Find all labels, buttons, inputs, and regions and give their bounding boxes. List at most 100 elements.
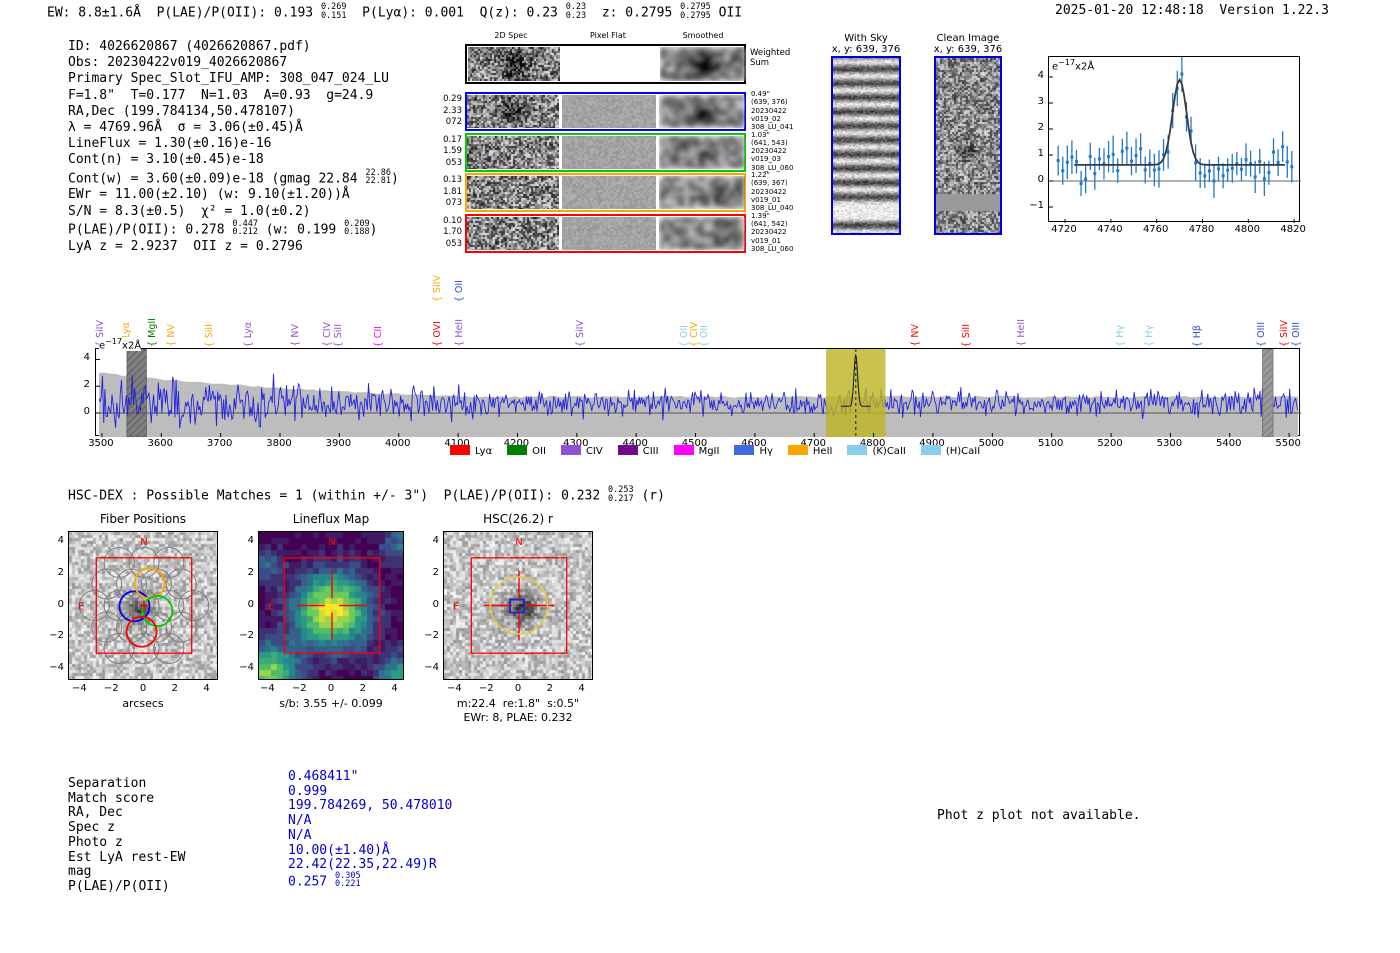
text-segment: λ = 4769.96Å σ = 3.06(±0.45)Å [68,120,303,136]
clean-spectrum-image [936,58,1000,233]
cutout-overlay: NE [268,537,381,654]
line-label-text: { NV [909,324,921,347]
xtick-label: 5100 [1037,438,1064,449]
stacked-fraction: 0.23 0.23 [566,3,586,20]
text-segment: z: 0.2795 [586,5,681,21]
text-segment: F=1.8" T=0.177 N=1.03 A=0.93 g=24.9 [68,87,374,103]
cutout-ytick: −2 [424,630,439,642]
line-label: { OIII [1289,255,1303,347]
summary-header: EW: 8.8±1.6Å P(LAE)/P(OII): 0.193 0.269 0… [47,3,742,22]
weighted-sum-row [465,44,746,84]
legend-item: HeII [787,445,832,457]
weighted-label-line: Sum [750,57,770,68]
cutout-xtick: 4 [391,683,398,694]
row-right-labels: 1.03" (641, 543) 20230422 v019_03 308_LU_060 [751,131,793,172]
row-right-label-line: v019_01 [751,236,781,245]
legend-swatch [450,445,470,455]
spec2d-row [465,213,746,253]
line-label-text: { OIII [1290,322,1302,347]
row-right-label-line: 1.22" [751,171,770,180]
text-segment: LyA z = 2.9237 OII z = 0.2796 [68,238,303,254]
row-left-labels: 0.17 1.59 053 [438,135,462,170]
row-pixelflat-image [562,135,656,169]
xtick-label: 3500 [88,438,114,449]
stacked-lower: 0.217 [608,493,634,504]
xtick-label: 3700 [206,438,233,449]
text-segment: ID: 4026620867 (4026620867.pdf) [68,39,311,54]
cutout-xtick: −2 [478,683,494,694]
row-right-label-line: (639, 367) [751,179,788,188]
elixer-report-page: { "palette":{ "value_blue":"#0000cd", "s… [0,0,1400,953]
line-label: { OVI [430,255,444,347]
cutout-title: HSC(26.2) r [483,512,553,526]
info-line: ID: 4026620867 (4026620867.pdf) [68,39,399,55]
stacked-lower: 0.188 [344,227,370,238]
cutout-xtick: 4 [578,683,585,694]
xtick-label: 4800 [1234,224,1261,235]
xtick-label: 4720 [1051,224,1077,235]
photz-notice: Phot z plot not available. [937,808,1141,823]
legend-swatch [920,445,941,455]
legend-swatch [560,445,581,455]
east-marker: E [268,602,274,613]
table-row-value: 0.257 0.305 0.221 [288,872,361,891]
row-right-label-line: v019_03 [751,155,781,164]
ytick-label: 1 [1037,148,1044,159]
cutout-caption: EWr: 8, PLAE: 0.232 [463,711,573,724]
info-line: RA,Dec (199.784134,50.478107) [68,104,399,120]
text-segment: N/A [288,813,312,829]
cutout-image-frame: NE [258,531,404,680]
legend-item: OII [507,445,546,457]
row-left-label-line: 053 [445,157,462,168]
line-label: { CII [371,255,385,347]
row-smoothed-image [659,216,745,250]
north-marker: N [140,537,147,548]
text-segment: ) [369,222,378,238]
line-label-text: { HeII [1015,319,1027,347]
emission-line-legend: Lyα OII CIV CIII MgII Hγ HeII (K)CaII (H)CaII [450,445,980,457]
weighted-sum-label: Weighted Sum [750,48,790,68]
row-right-label-line: 0.49" [751,90,770,98]
cleanimage-frame [934,56,1002,235]
line-label: { HeII [452,255,466,347]
cutout-ytick: −2 [239,630,254,642]
row-left-label-line: 0.13 [443,175,462,186]
line-label-text: { SiIV [431,274,443,302]
line-label-text: { CIV [321,322,333,347]
stacked-lower: 22.81 [365,176,392,187]
full-spectrum-unit-label: e−17x2Å [99,337,142,352]
cutout-xtick: 2 [171,683,178,694]
cutout-ytick: −4 [424,662,439,674]
col-title-2dspec: 2D Spec [494,31,528,40]
legend-label: CIV [585,446,603,457]
text-segment: P(Lyα): 0.001 Q(z): 0.23 [346,5,566,21]
info-line: LineFlux = 1.30(±0.16)e-16 [68,136,399,152]
text-segment: S/N = 8.3(±0.5) χ² = 1.0(±0.2) [68,203,311,219]
text-segment: 22.42(22.35,22.49)R [288,857,437,873]
line-fit-svg [1049,56,1301,223]
cutout-image-frame: NE [443,531,593,680]
row-right-label-line: 20230422 [751,228,787,237]
line-label-text: { OII [698,324,710,347]
line-label-text: { SiII [203,323,215,347]
spec2d-row [465,173,746,213]
info-line: Primary Spec_Slot_IFU_AMP: 308_047_024_L… [68,71,399,87]
legend-swatch [787,445,808,455]
row-2dspec-image [467,135,559,169]
col-title-smoothed: Smoothed [682,31,724,40]
row-left-labels: 0.13 1.81 073 [438,175,462,210]
row-left-label-line: 0.29 [443,94,462,104]
text-segment: EW: 8.8±1.6Å P(LAE)/P(OII): 0.193 [47,5,321,21]
full-spectrum-plot [95,348,1301,438]
xtick-label: 5500 [1275,438,1301,449]
text-segment: (r) [633,488,665,504]
cutout-xtick: 4 [203,683,210,694]
ytick-label: 3 [1037,96,1044,107]
info-line: S/N = 8.3(±0.5) χ² = 1.0(±0.2) [68,204,399,220]
xtick-label: 5300 [1156,438,1183,449]
stacked-lower: 0.212 [232,227,258,238]
info-line: F=1.8" T=0.177 N=1.03 A=0.93 g=24.9 [68,88,399,104]
line-label: { SiIV [1277,255,1291,347]
line-label-text: { SiIV [1278,319,1290,347]
row-right-label-line: (641, 542) [751,220,788,229]
